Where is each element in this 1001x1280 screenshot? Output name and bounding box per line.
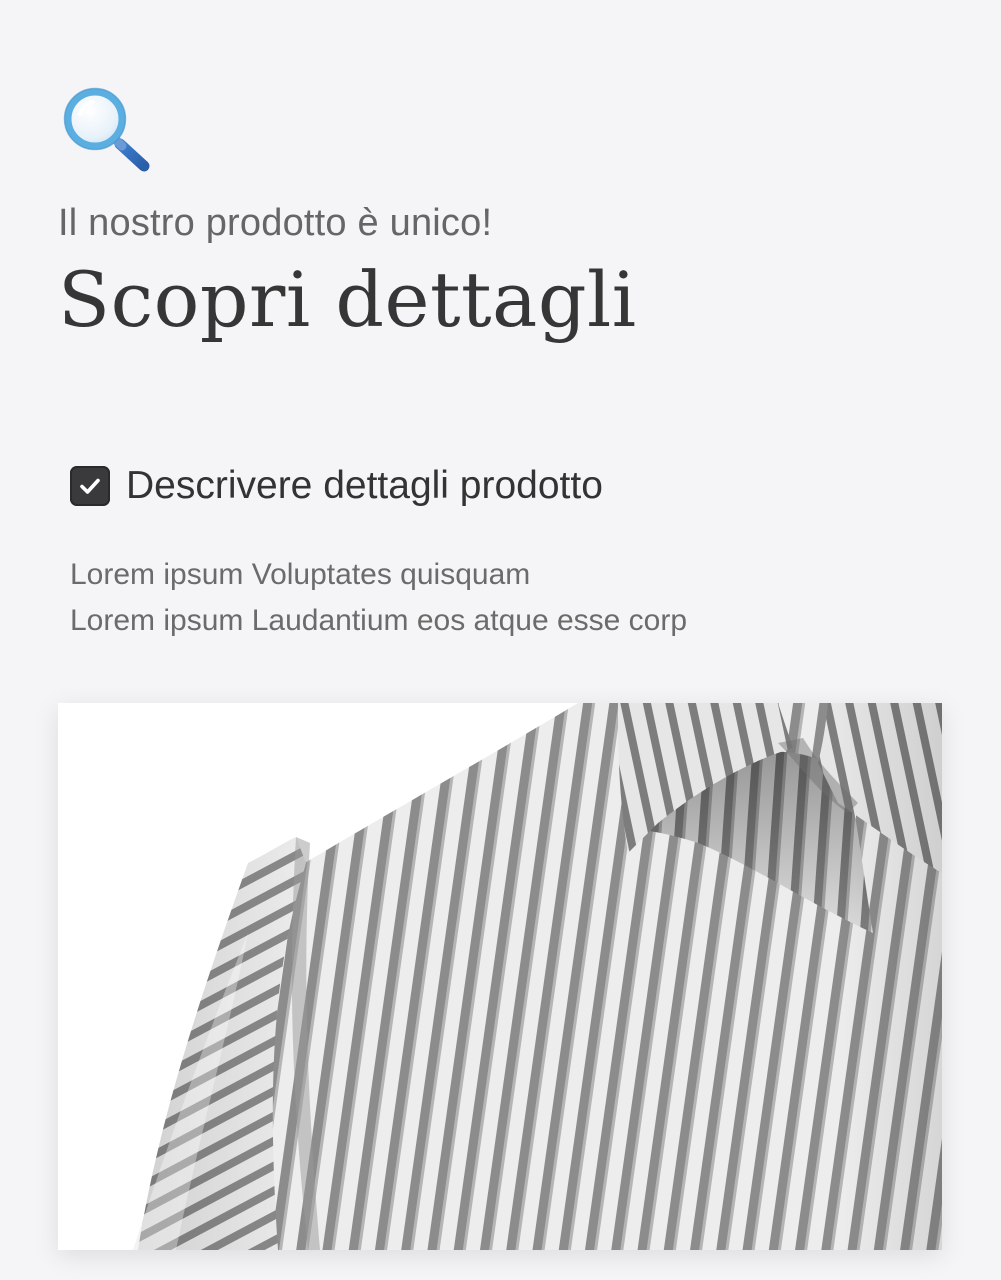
checkmark-icon [80, 478, 100, 494]
feature-checkbox[interactable] [70, 466, 110, 506]
product-image [58, 703, 942, 1250]
feature-description: Lorem ipsum Voluptates quisquam Lorem ip… [70, 552, 930, 644]
page-title: Scopri dettagli [58, 255, 637, 344]
feature-label: Descrivere dettagli prodotto [126, 464, 603, 507]
hero-subtitle: Il nostro prodotto è unico! [58, 202, 493, 244]
page: Il nostro prodotto è unico! Scopri detta… [0, 0, 1001, 1280]
magnifying-glass-icon [60, 86, 152, 174]
description-line: Lorem ipsum Laudantium eos atque esse co… [70, 604, 688, 637]
description-line: Lorem ipsum Voluptates quisquam [70, 558, 531, 591]
striped-shirt-image [133, 703, 942, 1250]
feature-row: Descrivere dettagli prodotto [70, 458, 603, 514]
